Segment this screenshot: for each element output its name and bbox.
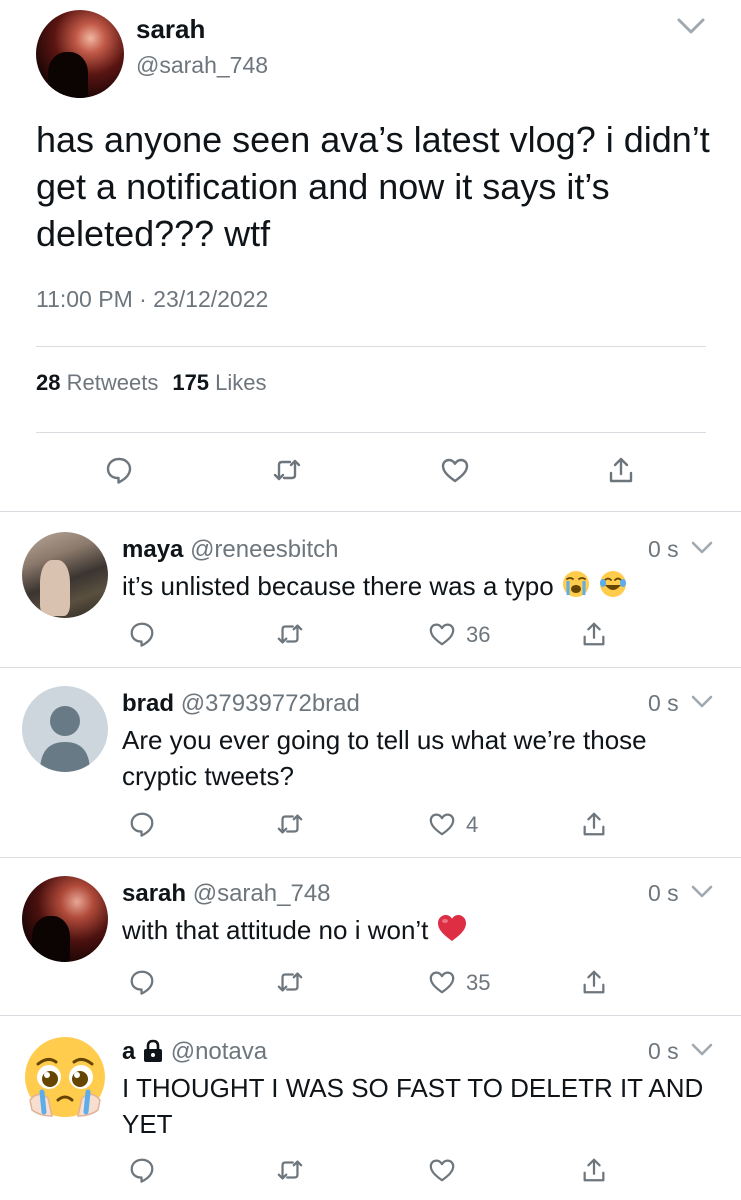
share-icon[interactable] [580,1156,608,1184]
reply-time: 0 s [648,880,679,906]
loudly-crying-face-icon [562,571,589,597]
lock-icon [144,1039,163,1062]
reply-icon[interactable] [128,1156,156,1184]
share-icon[interactable] [580,968,608,996]
reply-text: it’s unlisted because there was a typo [122,568,722,604]
reply-author[interactable]: maya @reneesbitch [122,536,339,564]
reply-time: 0 s [648,690,679,716]
reply-author[interactable]: sarah @sarah_748 [122,880,331,908]
reply-icon[interactable] [128,968,156,996]
heart-icon[interactable] [428,620,456,648]
default-avatar-icon [40,706,90,772]
retweet-icon[interactable] [272,455,302,485]
chevron-down-icon[interactable] [690,884,714,900]
heart-icon[interactable] [428,1156,456,1184]
chevron-down-icon[interactable] [690,694,714,710]
retweet-icon[interactable] [276,810,304,838]
like-count: 4 [466,812,479,837]
divider [36,432,706,433]
reply-tweet[interactable]: brad @37939772brad 0 s Are you ever goin… [0,668,741,858]
reply-text: Are you ever going to tell us what we’re… [122,725,647,791]
reply-tweet[interactable]: sarah @sarah_748 0 s with that attitude … [0,858,741,1016]
tweet-text: has anyone seen ava’s latest vlog? i did… [36,119,710,254]
author-handle[interactable]: @sarah_748 [136,52,268,79]
retweet-icon[interactable] [276,1156,304,1184]
reply-time: 0 s [648,1038,679,1064]
reply-text: with that attitude no i won’t [122,912,722,948]
reply-icon[interactable] [104,455,134,485]
tweet-stats: 28 Retweets 175 Likes [36,370,267,396]
avatar[interactable] [22,1034,108,1120]
retweet-icon[interactable] [276,620,304,648]
retweet-icon[interactable] [276,968,304,996]
chevron-down-icon[interactable] [676,16,706,36]
heart-icon[interactable] [428,968,456,996]
reply-author[interactable]: a @notava [122,1038,267,1066]
avatar[interactable] [22,532,108,618]
reply-tweet[interactable]: a @notava 0 s I THOUGHT I WAS SO FAST TO… [0,1016,741,1200]
author-name[interactable]: sarah [136,14,205,45]
reply-icon[interactable] [128,810,156,838]
chevron-down-icon[interactable] [690,540,714,556]
main-tweet: sarah @sarah_748 has anyone seen ava’s l… [0,0,741,512]
avatar[interactable] [22,686,108,772]
reply-tweet[interactable]: maya @reneesbitch 0 s it’s unlisted beca… [0,514,741,668]
retweets-stat[interactable]: 28 Retweets [36,370,158,395]
pleading-face-holding-tears-icon [25,1037,105,1117]
reply-text: I THOUGHT I WAS SO FAST TO DELETR IT AND… [122,1073,704,1139]
chevron-down-icon[interactable] [690,1042,714,1058]
likes-stat[interactable]: 175 Likes [172,370,266,395]
reply-author[interactable]: brad @37939772brad [122,690,360,718]
divider [36,346,706,347]
reply-icon[interactable] [128,620,156,648]
share-icon[interactable] [606,455,636,485]
face-with-tears-of-joy-icon [600,571,627,597]
heart-icon[interactable] [440,455,470,485]
like-count: 35 [466,970,491,995]
share-icon[interactable] [580,620,608,648]
heart-icon[interactable] [428,810,456,838]
share-icon[interactable] [580,810,608,838]
red-heart-icon [437,915,466,941]
tweet-timestamp: 11:00 PM · 23/12/2022 [36,286,269,312]
reply-time: 0 s [648,536,679,562]
divider [0,511,741,512]
avatar[interactable] [22,876,108,962]
author-avatar[interactable] [36,10,124,98]
like-count: 36 [466,622,491,647]
